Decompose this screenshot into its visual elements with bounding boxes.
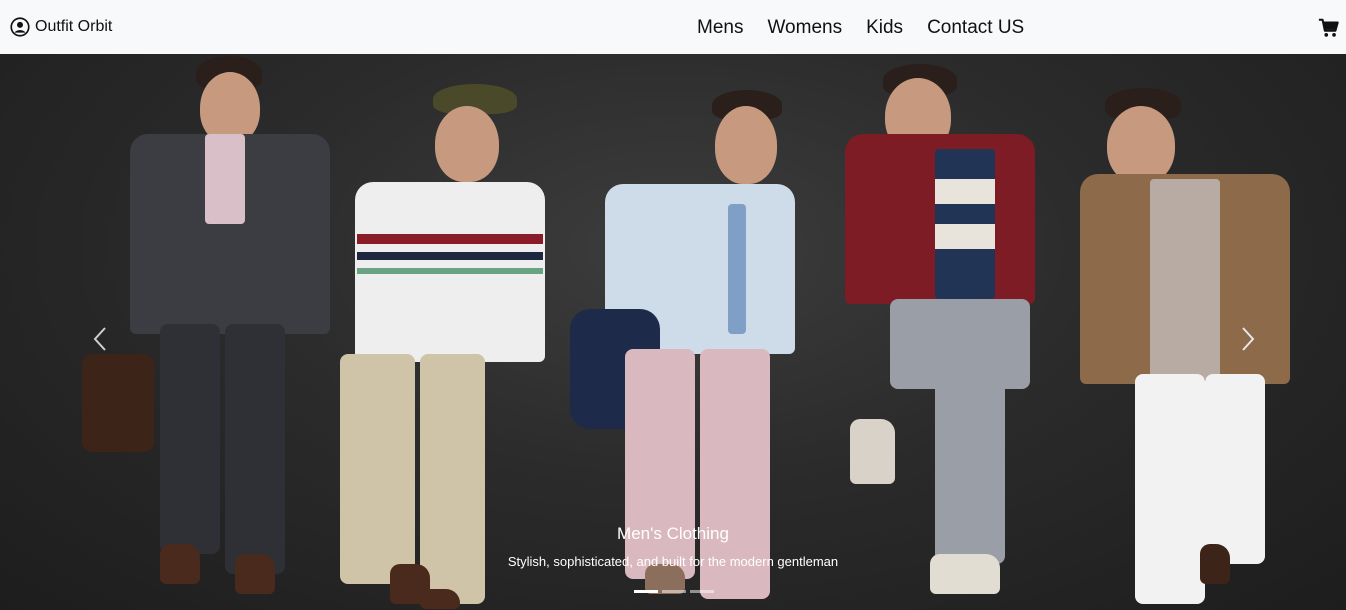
chevron-left-icon bbox=[93, 327, 106, 351]
nav-link-kids[interactable]: Kids bbox=[854, 17, 915, 39]
caption-text: Stylish, sophisticated, and built for th… bbox=[507, 554, 839, 569]
carousel-prev-button[interactable] bbox=[86, 324, 116, 354]
brand-name: Outfit Orbit bbox=[35, 18, 113, 35]
caption-title: Men's Clothing bbox=[617, 524, 729, 543]
nav-link-contact[interactable]: Contact US bbox=[915, 17, 1036, 39]
hero-carousel: Men's Clothing Stylish, sophisticated, a… bbox=[0, 54, 1346, 610]
nav-links: Mens Womens Kids Contact US bbox=[685, 17, 1036, 39]
user-circle-icon bbox=[10, 17, 30, 37]
navbar: Outfit Orbit Mens Womens Kids Contact US bbox=[0, 0, 1346, 54]
carousel-indicators bbox=[634, 590, 714, 593]
brand-link[interactable]: Outfit Orbit bbox=[10, 17, 112, 37]
cart-button[interactable] bbox=[1318, 17, 1340, 39]
cart-icon bbox=[1318, 18, 1339, 37]
nav-link-womens[interactable]: Womens bbox=[755, 17, 854, 39]
carousel-indicator-1[interactable] bbox=[634, 590, 658, 593]
carousel-indicator-2[interactable] bbox=[662, 590, 686, 593]
chevron-right-icon bbox=[1242, 327, 1255, 351]
carousel-next-button[interactable] bbox=[1232, 324, 1262, 354]
carousel-caption: Men's Clothing Stylish, sophisticated, a… bbox=[0, 524, 1346, 569]
nav-link-mens[interactable]: Mens bbox=[685, 17, 755, 39]
carousel-indicator-3[interactable] bbox=[690, 590, 714, 593]
